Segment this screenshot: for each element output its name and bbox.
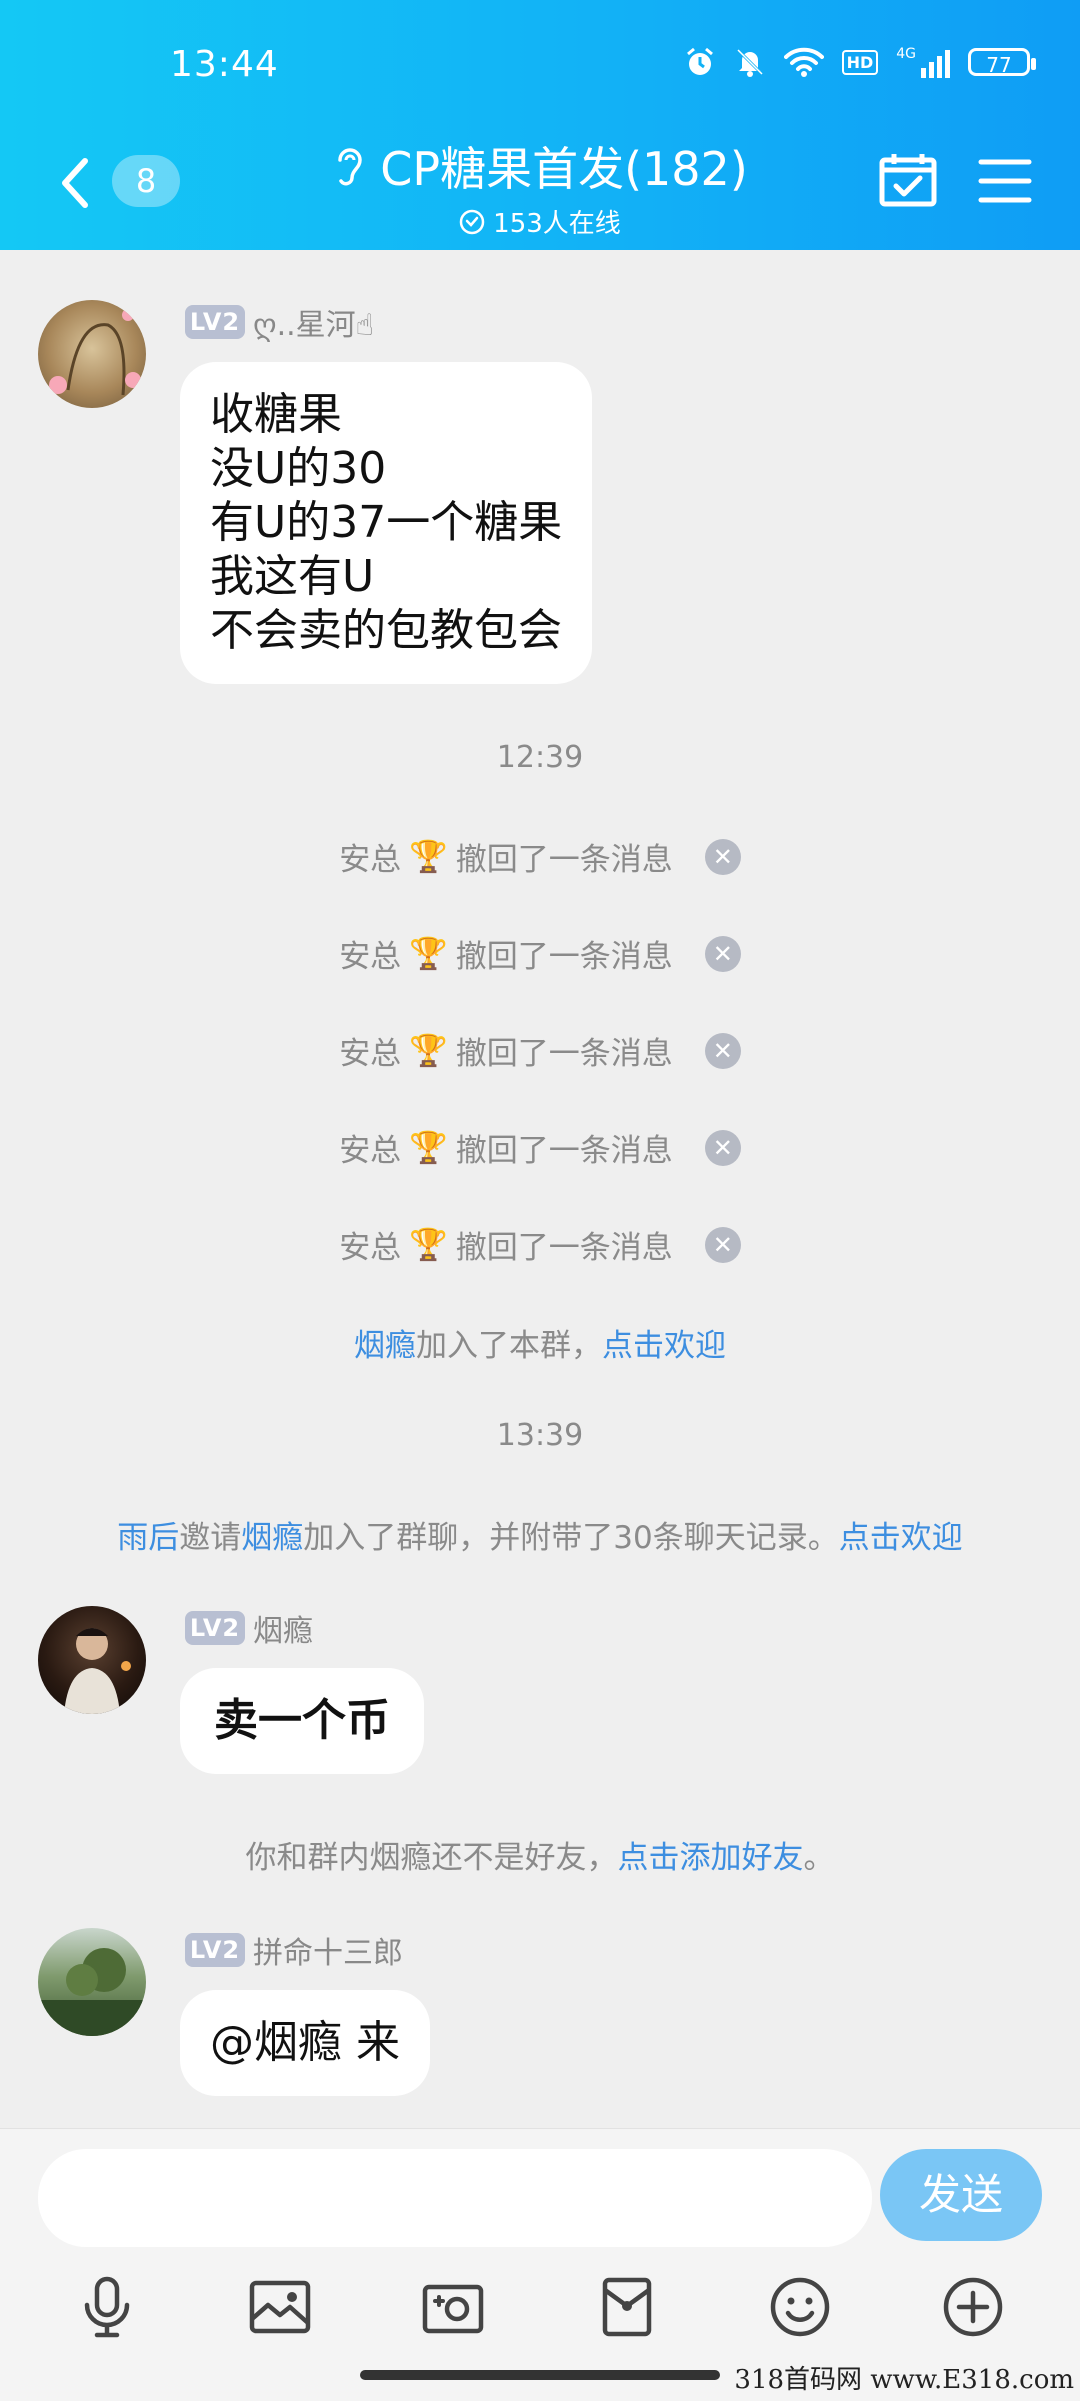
time-separator: 12:39	[496, 740, 584, 775]
invitee-link[interactable]: 烟瘾	[241, 1520, 303, 1556]
online-count: 153人在线	[493, 209, 621, 239]
message-input[interactable]	[38, 2149, 872, 2247]
recall-notice: 安总 🏆 撤回了一条消息 ✕	[0, 834, 1080, 879]
input-toolbar	[0, 2267, 1080, 2347]
welcome-link[interactable]: 点击欢迎	[839, 1520, 963, 1556]
wifi-icon	[783, 47, 824, 77]
add-friend-link[interactable]: 点击添加好友	[618, 1840, 804, 1876]
hd-icon: HD	[841, 49, 879, 75]
avatar-art	[38, 1948, 146, 2036]
home-indicator[interactable]	[360, 2370, 720, 2380]
trophy-icon: 🏆	[409, 1130, 448, 1166]
close-icon[interactable]: ✕	[704, 935, 741, 972]
sender-name[interactable]: ღ..星河☝	[253, 300, 374, 344]
inviter-link[interactable]: 雨后	[117, 1520, 179, 1556]
plus-icon[interactable]	[933, 2267, 1013, 2347]
message-3: LV2 拼命十三郎 @烟瘾 来	[38, 1928, 638, 2108]
chat-header: 13:44 HD 4G 77 8 CP糖果首发(182) 153人在线	[0, 0, 1080, 250]
close-icon[interactable]: ✕	[704, 1129, 741, 1166]
status-icons: HD 4G 77	[684, 46, 1036, 78]
join-notice: 烟瘾加入了本群，点击欢迎	[354, 1328, 726, 1364]
welcome-link[interactable]: 点击欢迎	[602, 1328, 726, 1364]
message-bubble[interactable]: 收糖果 没U的30 有U的37一个糖果 我这有U 不会卖的包教包会	[180, 362, 593, 684]
recall-notice: 安总 🏆 撤回了一条消息 ✕	[0, 1125, 1080, 1170]
level-badge: LV2	[185, 305, 245, 339]
calendar-check-icon[interactable]	[878, 152, 938, 208]
group-title: CP糖果首发(182)	[380, 142, 748, 196]
message-line: 有U的37一个糖果	[210, 497, 563, 548]
message-line: 我这有U	[210, 551, 375, 602]
signal-icon: 4G	[896, 46, 950, 78]
trophy-icon: 🏆	[409, 1033, 448, 1069]
message-1: LV2 ღ..星河☝ 收糖果 没U的30 有U的37一个糖果 我这有U 不会卖的…	[38, 300, 638, 700]
recall-notice: 安总 🏆 撤回了一条消息 ✕	[0, 1222, 1080, 1267]
menu-icon[interactable]	[978, 158, 1032, 204]
close-icon[interactable]: ✕	[704, 1226, 741, 1263]
ear-icon	[338, 148, 362, 186]
avatar[interactable]	[38, 300, 146, 408]
level-badge: LV2	[185, 1933, 245, 1967]
message-bubble[interactable]: @烟瘾 来	[180, 1990, 430, 2096]
avatar-art	[64, 1628, 131, 1714]
friend-notice: 你和群内烟瘾还不是好友，点击添加好友。	[245, 1840, 835, 1876]
emoji-icon[interactable]	[760, 2267, 840, 2347]
trophy-icon: 🏆	[409, 1227, 448, 1263]
time-separator: 13:39	[496, 1418, 584, 1453]
trophy-icon: 🏆	[409, 839, 448, 875]
message-2: LV2 烟瘾 卖一个币	[38, 1606, 638, 1786]
avatar[interactable]	[38, 1928, 146, 2036]
camera-icon[interactable]	[413, 2267, 493, 2347]
mic-icon[interactable]	[67, 2267, 147, 2347]
mute-icon	[736, 48, 763, 77]
sender-name[interactable]: 拼命十三郎	[253, 1928, 403, 1972]
battery-icon: 77	[968, 48, 1036, 77]
message-line: 不会卖的包教包会	[210, 605, 562, 656]
watermark: 318首码网 www.E318.com	[734, 2365, 1074, 2395]
close-icon[interactable]: ✕	[704, 838, 741, 875]
close-icon[interactable]: ✕	[704, 1032, 741, 1069]
recall-notice: 安总 🏆 撤回了一条消息 ✕	[0, 1028, 1080, 1073]
image-icon[interactable]	[240, 2267, 320, 2347]
send-button[interactable]: 发送	[880, 2149, 1042, 2241]
online-check-icon	[459, 209, 485, 234]
message-line: 没U的30	[210, 443, 387, 494]
red-packet-icon[interactable]	[587, 2267, 667, 2347]
member-link[interactable]: 烟瘾	[354, 1328, 416, 1364]
message-line: 收糖果	[210, 389, 342, 440]
trophy-icon: 🏆	[409, 936, 448, 972]
invite-notice: 雨后邀请烟瘾加入了群聊，并附带了30条聊天记录。点击欢迎	[117, 1520, 963, 1556]
alarm-icon	[686, 47, 713, 75]
level-badge: LV2	[185, 1611, 245, 1645]
recall-notice: 安总 🏆 撤回了一条消息 ✕	[0, 931, 1080, 976]
avatar[interactable]	[38, 1606, 146, 1714]
message-bubble[interactable]: 卖一个币	[180, 1668, 424, 1774]
avatar-art	[49, 309, 141, 396]
sender-name[interactable]: 烟瘾	[253, 1606, 313, 1650]
status-time: 13:44	[170, 44, 279, 85]
